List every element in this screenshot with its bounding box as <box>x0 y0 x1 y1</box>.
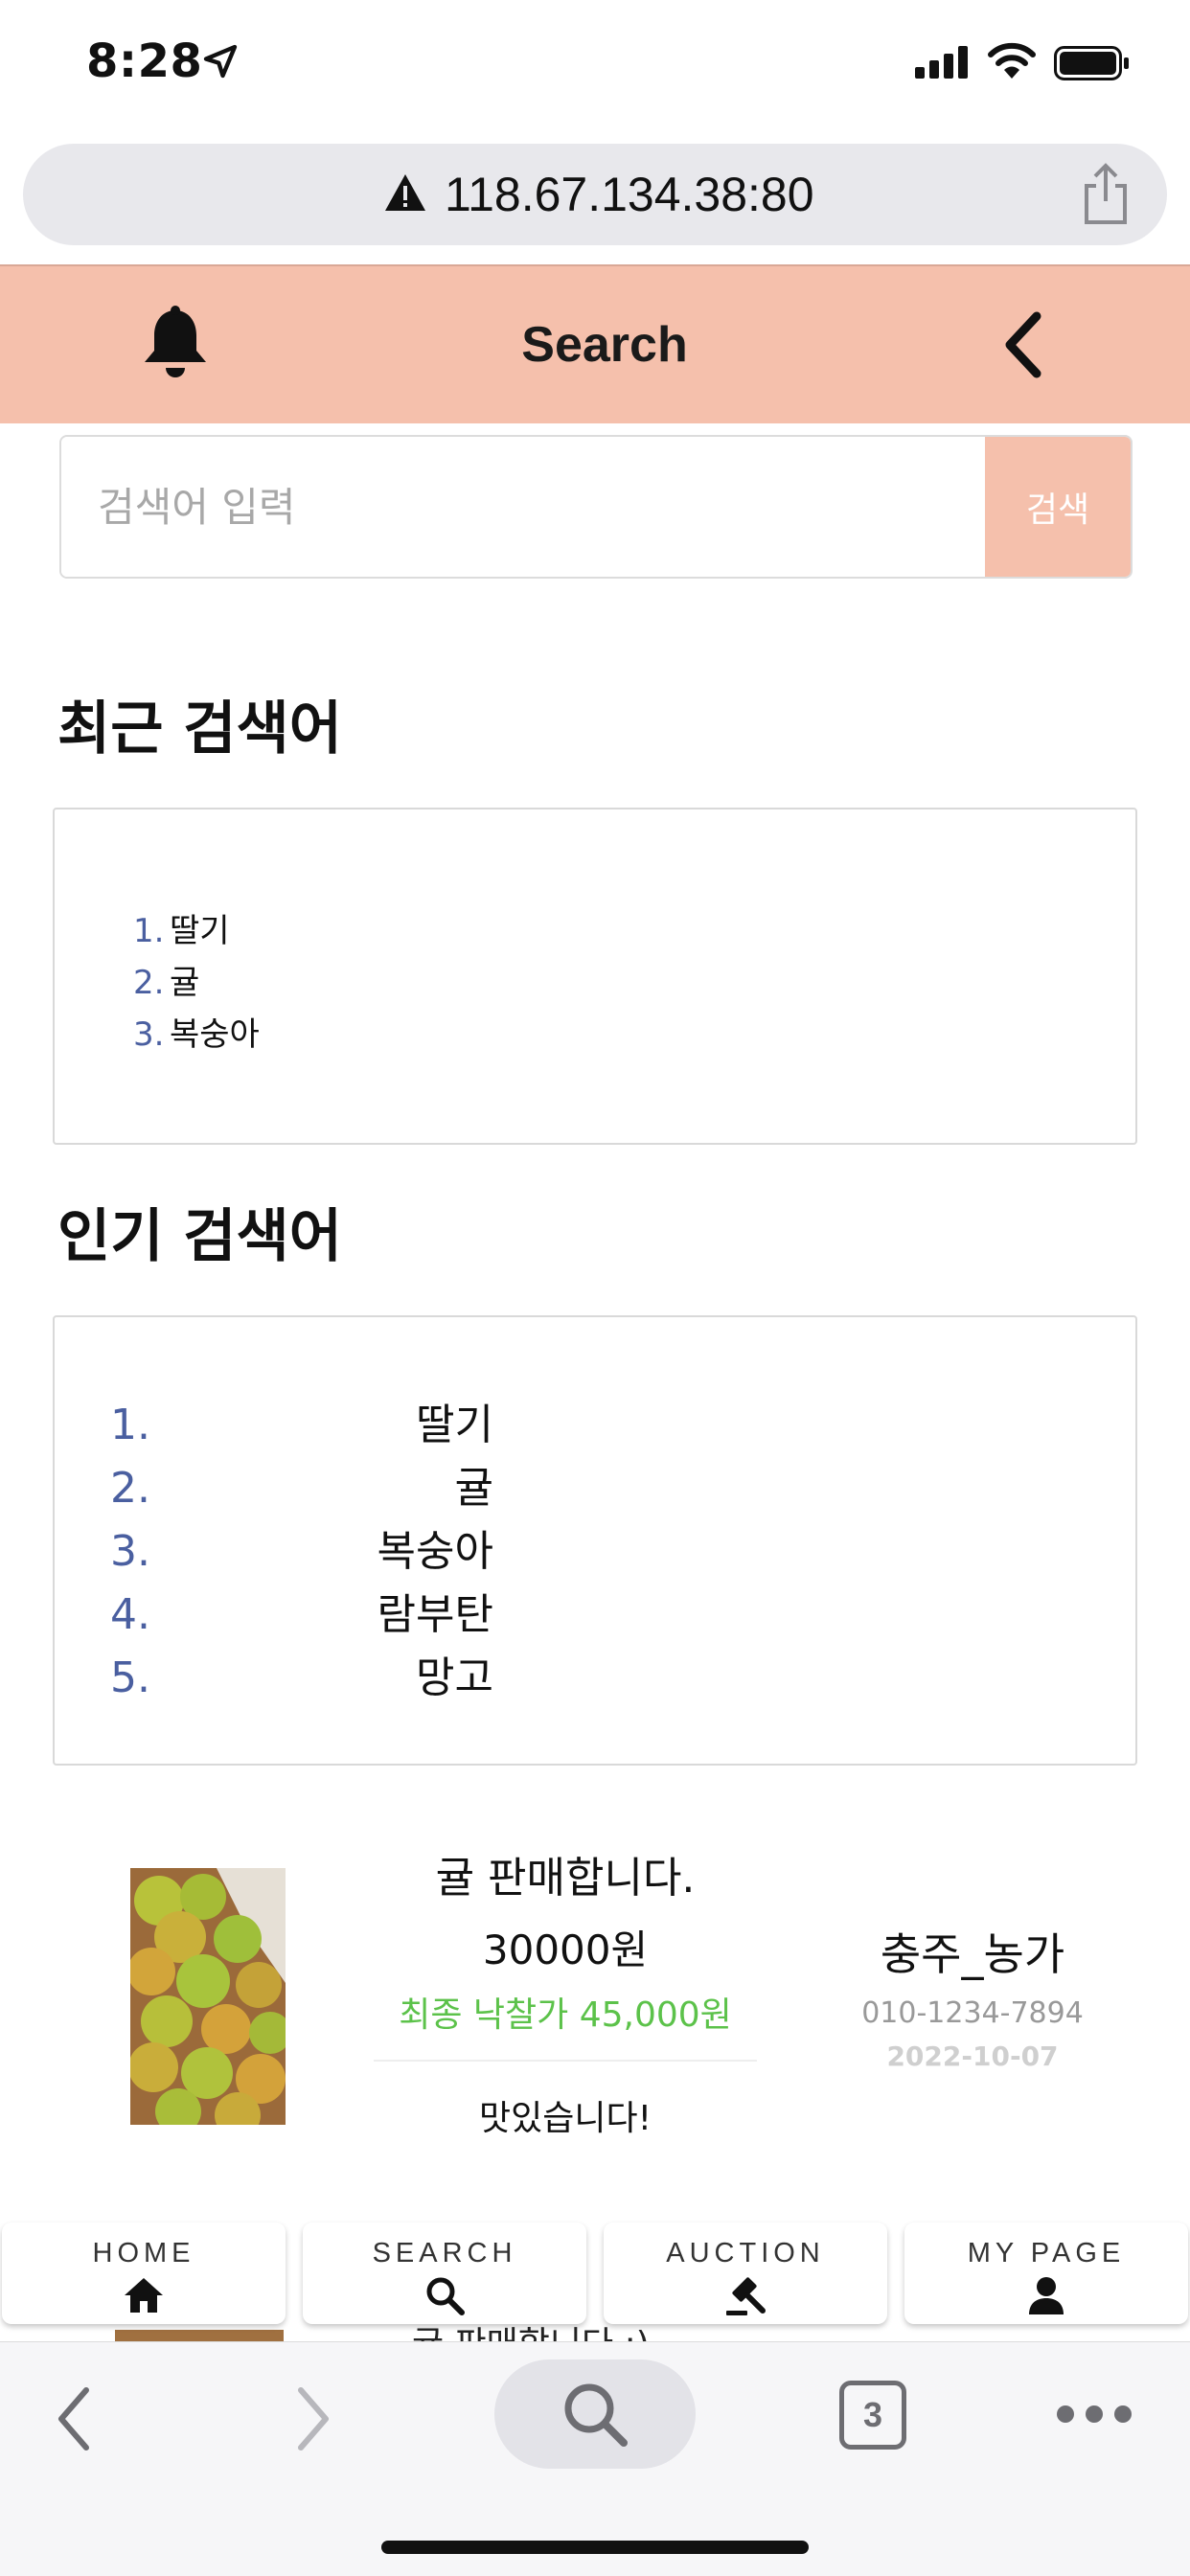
cellular-signal-icon <box>915 46 968 79</box>
browser-search-button[interactable] <box>494 2359 696 2469</box>
tab-search[interactable]: SEARCH <box>303 2223 586 2324</box>
product-image[interactable] <box>130 1868 286 2125</box>
popular-search-item[interactable]: 5. 망고 <box>110 1647 493 1710</box>
location-arrow-icon <box>203 44 238 79</box>
popular-search-box: 1. 딸기 2. 귤 3. 복숭아 4. 람부탄 5. 망고 <box>53 1315 1137 1766</box>
tangerine-photo <box>130 1868 286 2125</box>
search-input[interactable] <box>61 437 985 577</box>
popular-search-item[interactable]: 3. 복숭아 <box>110 1520 493 1584</box>
recent-search-item[interactable]: 1. 딸기 <box>133 905 260 957</box>
recent-search-title: 최근 검색어 <box>57 695 342 763</box>
popular-search-title: 인기 검색어 <box>57 1203 342 1270</box>
url-text[interactable]: 118.67.134.38:80 <box>445 167 814 222</box>
search-icon <box>426 2277 465 2315</box>
gavel-icon <box>726 2277 766 2315</box>
final-bid-price: 최종 낙찰가 45,000원 <box>399 1995 732 2035</box>
popular-search-item[interactable]: 2. 귤 <box>110 1457 493 1520</box>
share-icon[interactable] <box>1077 161 1134 228</box>
bottom-tab-bar: HOME SEARCH AUCTION MY PAGE <box>0 2223 1190 2336</box>
tabs-count-button[interactable]: 3 <box>839 2381 906 2450</box>
product-price: 30000원 <box>482 1926 649 1973</box>
product-name[interactable]: 귤 판매합니다. <box>364 1843 767 1904</box>
seller-phone: 010-1234-7894 <box>861 1996 1084 2030</box>
home-icon <box>125 2278 163 2313</box>
battery-icon <box>1054 46 1129 80</box>
popular-search-item[interactable]: 4. 람부탄 <box>110 1584 493 1647</box>
wifi-icon <box>988 42 1036 79</box>
home-indicator <box>381 2541 809 2554</box>
status-time: 8:28 <box>86 34 203 88</box>
status-bar: 8:28 <box>0 0 1190 134</box>
warning-icon <box>385 174 425 211</box>
chevron-left-icon[interactable] <box>996 308 1054 381</box>
more-dots-icon[interactable] <box>1054 2400 1134 2428</box>
recent-search-box: 1. 딸기 2. 귤 3. 복숭아 <box>53 808 1137 1145</box>
back-arrow-icon[interactable] <box>50 2381 98 2457</box>
tab-home[interactable]: HOME <box>2 2223 286 2324</box>
search-button[interactable]: 검색 <box>985 437 1131 577</box>
search-icon <box>564 2383 628 2447</box>
recent-search-item[interactable]: 2. 귤 <box>133 957 260 1009</box>
tab-my-page[interactable]: MY PAGE <box>904 2223 1188 2324</box>
product-date: 2022-10-07 <box>886 2040 1059 2072</box>
forward-arrow-icon[interactable] <box>289 2381 337 2457</box>
user-icon <box>1029 2277 1064 2314</box>
recent-search-list: 1. 딸기 2. 귤 3. 복숭아 <box>133 905 260 1060</box>
app-header: Search <box>0 264 1190 423</box>
divider <box>374 2060 757 2062</box>
popular-search-list: 1. 딸기 2. 귤 3. 복숭아 4. 람부탄 5. 망고 <box>110 1394 493 1710</box>
recent-search-item[interactable]: 3. 복숭아 <box>133 1009 260 1060</box>
tab-auction[interactable]: AUCTION <box>604 2223 887 2324</box>
search-bar: 검색 <box>59 435 1133 579</box>
address-bar[interactable]: 118.67.134.38:80 <box>23 144 1167 245</box>
seller-name: 충주_농가 <box>880 1928 1065 1980</box>
popular-search-item[interactable]: 1. 딸기 <box>110 1394 493 1457</box>
product-comment: 맛있습니다! <box>478 2099 652 2138</box>
